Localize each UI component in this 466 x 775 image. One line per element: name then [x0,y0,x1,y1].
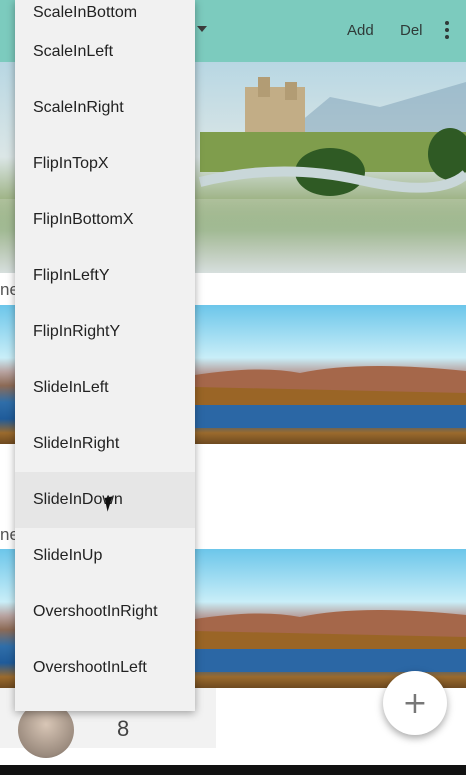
spinner-dropdown-arrow-icon[interactable] [197,26,207,32]
menu-item-scaleinbottom[interactable]: ScaleInBottom [15,0,195,24]
item-count: 8 [117,716,130,741]
menu-item-slideinup[interactable]: SlideInUp [15,528,195,584]
menu-item-scaleinleft[interactable]: ScaleInLeft [15,24,195,80]
bottom-edge [0,765,466,775]
menu-item-flipintopx[interactable]: FlipInTopX [15,136,195,192]
animation-dropdown-menu: ScaleInBottom ScaleInLeft ScaleInRight F… [15,0,195,711]
add-fab-button[interactable]: + [383,671,447,735]
menu-item-slideinleft[interactable]: SlideInLeft [15,360,195,416]
menu-item-slideinright[interactable]: SlideInRight [15,416,195,472]
plus-icon: + [402,685,428,721]
del-button[interactable]: Del [400,22,423,39]
overflow-menu-icon[interactable] [443,21,451,41]
menu-item-flipinbottomx[interactable]: FlipInBottomX [15,192,195,248]
menu-item-flipinlefty[interactable]: FlipInLeftY [15,248,195,304]
menu-item-flipinrighty[interactable]: FlipInRightY [15,304,195,360]
add-button[interactable]: Add [347,22,374,39]
menu-item-scaleinright[interactable]: ScaleInRight [15,80,195,136]
menu-item-overshootinright[interactable]: OvershootInRight [15,584,195,640]
menu-item-overshootinleft[interactable]: OvershootInLeft [15,640,195,696]
